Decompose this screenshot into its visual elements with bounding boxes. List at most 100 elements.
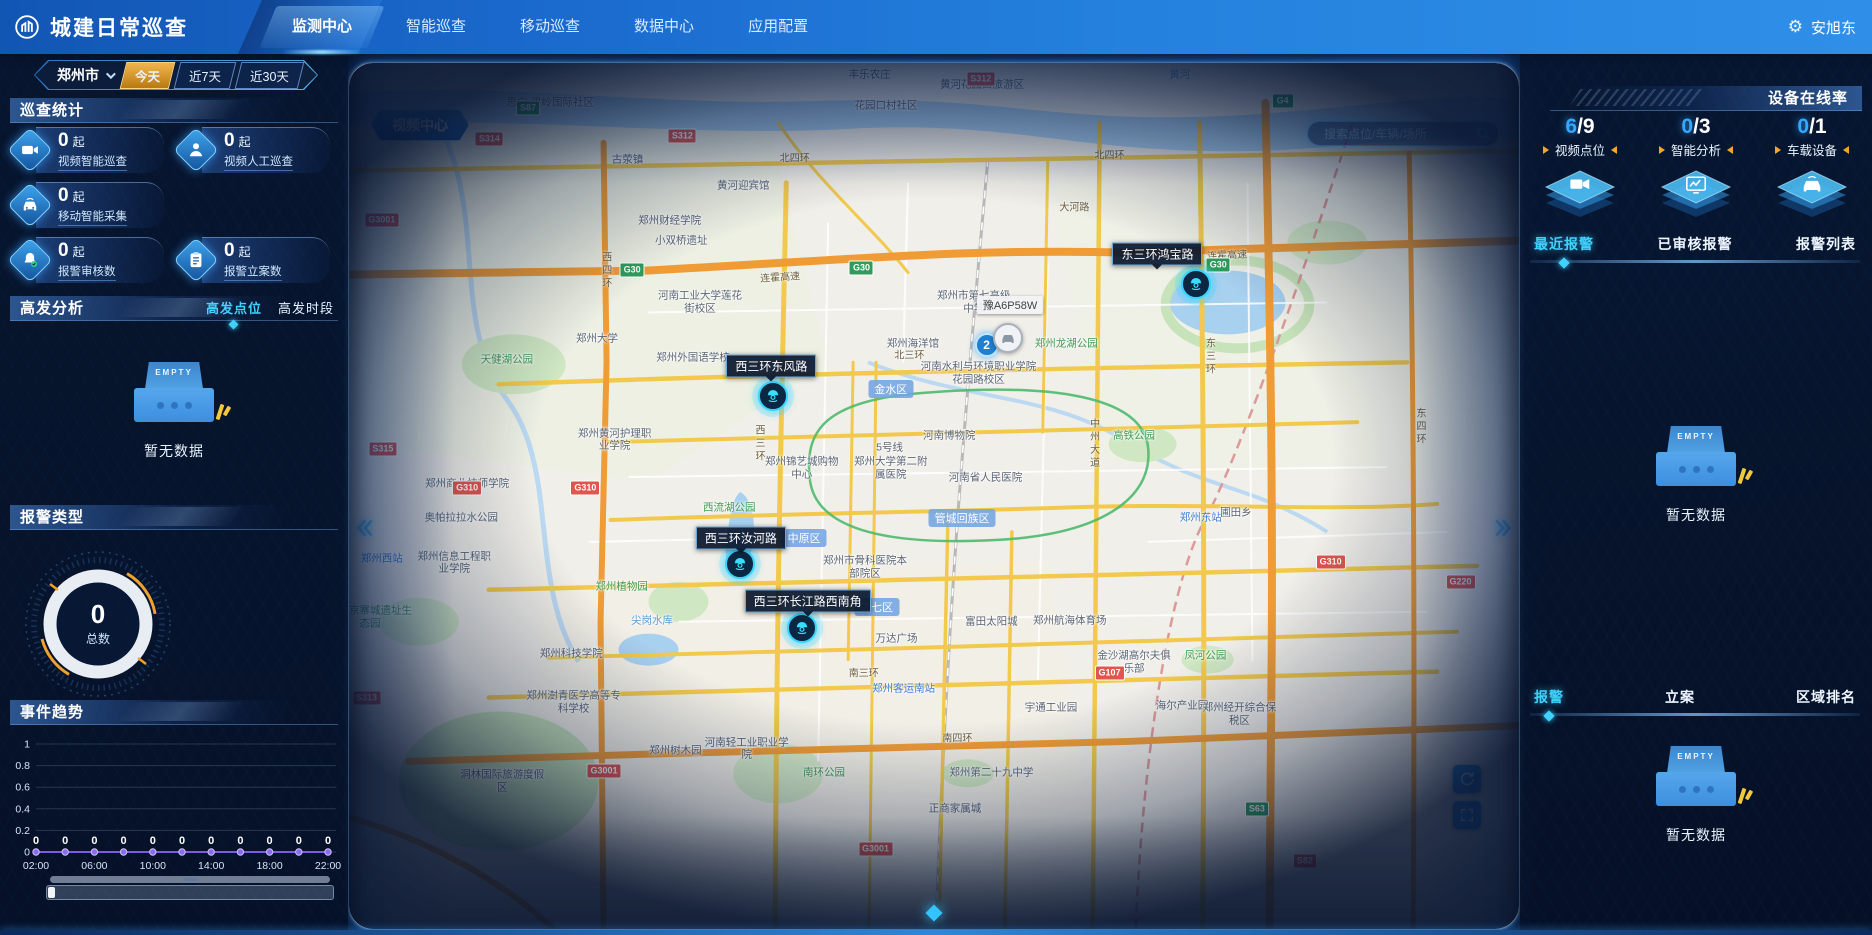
patrol-stats-grid: 0起 视频智能巡查 0起 视频人工巡查 0起 移动智能采集 0起 报警审核数 (10, 126, 340, 284)
collapse-left-panel-arrow[interactable] (351, 515, 377, 541)
camera-marker-label[interactable]: 西三环汝河路 (696, 526, 786, 549)
arrow-icon (1843, 146, 1849, 154)
alarm-tabs: 最近报警 已审核报警 报警列表 (1534, 234, 1856, 256)
empty-text: 暂无数据 (0, 441, 348, 461)
video-center-button[interactable]: 视频中心 (371, 109, 469, 141)
alarm-type-gauge: 0 总数 (20, 546, 176, 702)
map-refresh-button[interactable] (1453, 765, 1481, 793)
device-video-points: 6/9 视频点位 (1524, 116, 1636, 224)
device-online-stats: 6/9 视频点位 0/3 智能分析 (1524, 116, 1868, 224)
device-vehicle-devices: 0/1 车载设备 (1756, 116, 1868, 224)
svg-text:0: 0 (237, 835, 243, 847)
section-title: 事件趋势 (20, 704, 84, 721)
nav-monitor-center[interactable]: 监测中心 (272, 0, 372, 54)
arrow-icon (1659, 146, 1665, 154)
map-controls (1453, 765, 1481, 829)
case-tabs: 报警 立案 区域排名 (1534, 687, 1856, 709)
svg-text:14:00: 14:00 (198, 860, 224, 872)
alarm-empty-state: EMPTY 暂无数据 (1520, 426, 1872, 525)
nav-mobile-patrol[interactable]: 移动巡查 (500, 0, 600, 54)
svg-text:0.4: 0.4 (15, 803, 30, 815)
empty-box-icon: EMPTY (1652, 426, 1740, 488)
vehicle-plate-label[interactable]: 豫A6P58W (977, 296, 1043, 314)
svg-text:0: 0 (33, 835, 39, 847)
collapse-right-panel-arrow[interactable] (1491, 515, 1517, 541)
event-trend-chart: 00.20.40.60.810000000000002:0006:0010:00… (6, 732, 342, 874)
map[interactable]: 思念·果岭国际社区丰乐农庄黄河花园口旅游区花园口村社区黄河古荥镇郑州财经学院黄河… (348, 62, 1520, 930)
map-fullscreen-button[interactable] (1453, 801, 1481, 829)
video-platform-icon (1524, 161, 1636, 224)
search-icon[interactable] (1475, 125, 1492, 142)
section-header-hotspot: 高发分析 高发点位高发时段 (10, 296, 338, 321)
stat-label: 报警立案数 (224, 264, 282, 281)
empty-text: 暂无数据 (1520, 825, 1872, 845)
device-ratio: 0/3 (1640, 116, 1752, 138)
user-name[interactable]: 安旭东 (1811, 17, 1856, 38)
search-input[interactable] (1322, 126, 1475, 142)
camera-marker[interactable] (758, 381, 788, 411)
app-brand: 城建日常巡查 (14, 0, 188, 54)
section-title: 报警类型 (20, 509, 84, 526)
tab-alarm-list[interactable]: 报警列表 (1796, 234, 1856, 256)
svg-text:0: 0 (179, 835, 185, 847)
svg-text:0.2: 0.2 (15, 825, 30, 837)
svg-text:0: 0 (208, 835, 214, 847)
camera-marker-label[interactable]: 东三环鸿宝路 (1112, 243, 1202, 266)
topbar: 城建日常巡查 监测中心智能巡查移动巡查数据中心应用配置 ⚙ 安旭东 (0, 0, 1872, 54)
camera-marker[interactable] (787, 613, 817, 643)
right-panel: 设备在线率 6/9 视频点位 0/3 智能分析 (1520, 54, 1872, 935)
nav-app-config[interactable]: 应用配置 (728, 0, 828, 54)
stat-label: 移动智能采集 (58, 209, 127, 226)
stat-value: 0起 (58, 131, 156, 152)
stat-video-manual: 0起 视频人工巡查 (176, 126, 342, 174)
camera-marker-label[interactable]: 西三环长江路西南角 (745, 589, 871, 612)
device-ratio: 6/9 (1524, 116, 1636, 138)
tab-recent-alarms[interactable]: 最近报警 (1534, 234, 1594, 256)
range-tab-today[interactable]: 今天 (120, 62, 176, 89)
tab-hot-times[interactable]: 高发时段 (278, 296, 334, 321)
hotspot-tabs: 高发点位高发时段 (206, 296, 334, 321)
empty-text: 暂无数据 (1520, 505, 1872, 525)
arrow-icon (1543, 146, 1549, 154)
case-empty-state: EMPTY 暂无数据 (1520, 746, 1872, 845)
vehicle-platform-icon (1756, 161, 1868, 224)
alarm-total-value: 0 (91, 601, 105, 627)
device-smart-analysis: 0/3 智能分析 (1640, 116, 1752, 224)
settings-gear-icon[interactable]: ⚙ (1788, 17, 1803, 37)
tab-region-rank[interactable]: 区域排名 (1796, 687, 1856, 709)
stat-value: 0起 (224, 131, 322, 152)
app-title: 城建日常巡查 (50, 12, 188, 42)
nav-data-center[interactable]: 数据中心 (614, 0, 714, 54)
city-dropdown[interactable]: 郑州市 (35, 65, 123, 85)
section-title: 高发分析 (20, 300, 84, 317)
arrow-icon (1611, 146, 1617, 154)
map-search (1307, 121, 1499, 146)
range-tab-last7[interactable]: 近7天 (174, 62, 237, 89)
camera-icon (10, 130, 50, 170)
svg-text:0.6: 0.6 (15, 782, 30, 794)
section-title: 巡查统计 (20, 102, 84, 119)
tab-hot-points[interactable]: 高发点位 (206, 296, 262, 321)
svg-text:0.8: 0.8 (15, 760, 30, 772)
camera-marker[interactable] (1181, 269, 1211, 299)
tab-alarm[interactable]: 报警 (1534, 687, 1564, 709)
empty-box-icon: EMPTY (1652, 746, 1740, 808)
svg-text:10:00: 10:00 (140, 860, 166, 872)
device-label: 车载设备 (1787, 140, 1837, 159)
tab-audited-alarms[interactable]: 已审核报警 (1658, 234, 1733, 256)
alarm-total-label: 总数 (86, 630, 110, 647)
stat-label: 报警审核数 (58, 264, 116, 281)
arrow-icon (1775, 146, 1781, 154)
nav-smart-patrol[interactable]: 智能巡查 (386, 0, 486, 54)
range-tab-last30[interactable]: 近30天 (235, 62, 305, 89)
trend-chart-scrollbar[interactable] (46, 876, 334, 902)
camera-marker-label[interactable]: 西三环东风路 (726, 355, 816, 378)
section-header-trend: 事件趋势 (10, 700, 338, 725)
section-header-alarm-type: 报警类型 (10, 505, 338, 530)
vehicle-marker[interactable] (993, 323, 1023, 353)
tab-case[interactable]: 立案 (1665, 687, 1695, 709)
bottom-glow-bar (0, 930, 1872, 935)
chart-platform-icon (1640, 161, 1752, 224)
stat-value: 0起 (224, 241, 322, 262)
left-panel: 郑州市 今天近7天近30天 巡查统计 0起 视频智能巡查 0起 视频人工巡查 (0, 54, 348, 935)
